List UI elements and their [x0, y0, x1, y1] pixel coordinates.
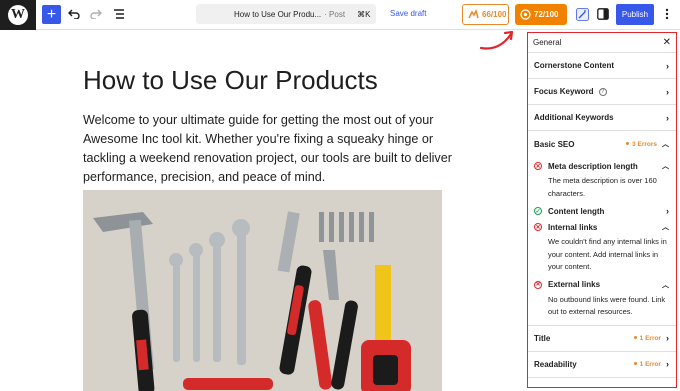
undo-icon[interactable]	[66, 6, 82, 22]
chevron-right-icon: ›	[666, 86, 669, 97]
additional-keywords-row[interactable]: Additional Keywords ›	[528, 105, 676, 131]
magic-wand-icon[interactable]	[574, 6, 590, 22]
aioseo-sidebar: General ✕ Cornerstone Content › Focus Ke…	[527, 32, 677, 388]
publish-button[interactable]: Publish	[616, 4, 654, 25]
check-circle-icon: ✓	[534, 207, 542, 215]
check-description: We couldn't find any internal links in y…	[548, 237, 667, 271]
gear-icon	[520, 9, 531, 20]
document-type: · Post	[324, 9, 346, 19]
row-label: Additional Keywords	[534, 113, 614, 122]
readability-score-button[interactable]: 72/100	[515, 4, 567, 25]
check-description: No outbound links were found. Link out t…	[548, 294, 666, 317]
seo-score: 66/100	[482, 10, 507, 19]
title-row[interactable]: Title 1 Error ›	[528, 326, 676, 352]
check-title: Internal links	[548, 222, 598, 232]
row-label: Focus Keyword	[534, 87, 594, 96]
close-icon[interactable]: ✕	[663, 37, 671, 48]
shortcut-hint: ⌘K	[357, 9, 371, 19]
readability-row[interactable]: Readability 1 Error ›	[528, 352, 676, 378]
basic-seo-panel: ✕ Meta description length ︿ The meta desc…	[528, 157, 676, 326]
chevron-up-icon: ︿	[662, 281, 669, 289]
error-circle-icon: ✕	[534, 223, 542, 231]
save-draft-button[interactable]: Save draft	[390, 9, 426, 18]
error-badge: 3 Errors	[626, 141, 657, 148]
basic-seo-row[interactable]: Basic SEO 3 Errors ︿	[528, 131, 676, 157]
chevron-right-icon: ›	[666, 333, 669, 343]
row-label: Basic SEO	[534, 139, 575, 149]
more-options-icon[interactable]	[659, 6, 675, 22]
check-item[interactable]: ✕ Meta description length ︿ The meta desc…	[534, 161, 669, 200]
seo-score-button[interactable]: 66/100	[462, 4, 509, 25]
chevron-up-icon: ︿	[662, 224, 669, 231]
editor-canvas: How to Use Our Products Welcome to your …	[0, 31, 524, 391]
chevron-right-icon: ›	[666, 359, 669, 369]
document-overview-icon[interactable]	[111, 6, 127, 22]
wordpress-logo-button[interactable]: W	[0, 0, 36, 30]
post-title[interactable]: How to Use Our Products	[83, 65, 378, 96]
check-item[interactable]: ✕ Internal links ︿ We couldn't find any i…	[534, 222, 669, 274]
editor-toolbar: W + How to Use Our Produ... · Post ⌘K Sa…	[0, 0, 680, 30]
chevron-right-icon: ›	[666, 112, 669, 123]
error-circle-icon: ✕	[534, 162, 542, 170]
post-paragraph[interactable]: Welcome to your ultimate guide for getti…	[83, 111, 453, 187]
chevron-right-icon: ›	[666, 206, 669, 216]
focus-keyword-row[interactable]: Focus Keyword ? ›	[528, 79, 676, 105]
row-label: Cornerstone Content	[534, 61, 614, 70]
check-item[interactable]: ✕ External links ︿ No outbound links were…	[534, 280, 669, 319]
sidebar-title: General	[533, 38, 562, 47]
check-item[interactable]: ✓ Content length ›	[534, 206, 669, 216]
row-label: Title	[534, 333, 551, 343]
tools-illustration	[83, 190, 442, 391]
add-block-button[interactable]: +	[42, 5, 61, 24]
chevron-up-icon: ︿	[662, 163, 669, 170]
check-title: External links	[548, 280, 601, 289]
row-label: Readability	[534, 359, 577, 369]
redo-icon[interactable]	[88, 6, 104, 22]
error-badge: 1 Error	[633, 361, 661, 368]
annotation-arrow	[479, 30, 514, 50]
aioseo-icon	[468, 9, 479, 20]
sidebar-header: General ✕	[528, 33, 676, 53]
check-title: Content length	[548, 206, 605, 216]
check-description: The meta description is over 160 charact…	[548, 176, 657, 198]
document-title: How to Use Our Produ...	[234, 9, 322, 19]
cornerstone-content-row[interactable]: Cornerstone Content ›	[528, 53, 676, 79]
tools-image[interactable]	[83, 190, 442, 391]
chevron-right-icon: ›	[666, 60, 669, 71]
sidebar-toggle-icon[interactable]	[595, 6, 611, 22]
help-icon[interactable]: ?	[598, 87, 607, 96]
wordpress-icon: W	[8, 5, 28, 25]
error-badge: 1 Error	[633, 335, 661, 342]
error-circle-icon: ✕	[534, 280, 542, 289]
command-palette-bar[interactable]: How to Use Our Produ... · Post ⌘K	[196, 4, 376, 24]
chevron-up-icon: ︿	[662, 141, 669, 148]
check-title: Meta description length	[548, 161, 638, 171]
readability-score: 72/100	[534, 10, 559, 19]
